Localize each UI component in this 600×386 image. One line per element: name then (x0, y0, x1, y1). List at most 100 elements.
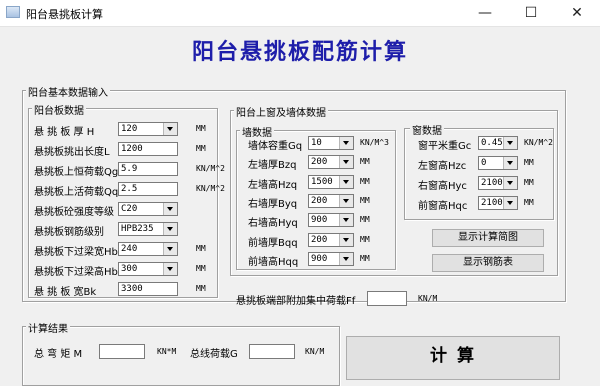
window-select-value: 2100 (481, 198, 503, 208)
slab-unit-8: MM (196, 264, 206, 273)
dropdown-arrow-icon[interactable] (163, 203, 177, 215)
wall-unit-4: MM (360, 195, 370, 205)
wall-select-6[interactable]: 200 (308, 232, 354, 247)
slab-label-4: 悬挑板上活荷载Qq (34, 187, 119, 198)
slab-select-6[interactable]: HPB235 (118, 222, 178, 236)
dropdown-arrow-icon[interactable] (163, 223, 177, 235)
window-select-value: 0 (481, 158, 487, 168)
slab-select-value: C20 (121, 204, 138, 214)
window-select-4[interactable]: 2100 (478, 196, 518, 210)
maximize-button[interactable]: ☐ (508, 0, 554, 26)
total-moment-label: 总 弯 矩 M (34, 349, 83, 360)
minimize-button[interactable]: — (462, 0, 508, 26)
dropdown-arrow-icon[interactable] (339, 137, 353, 149)
slab-label-8: 悬挑板下过梁高Hb (34, 267, 118, 278)
window-label-4: 前窗高Hqc (418, 201, 468, 212)
wall-select-value: 900 (311, 253, 328, 264)
dropdown-arrow-icon[interactable] (339, 252, 353, 265)
total-line-load-unit: KN/M (305, 347, 325, 356)
window-select-value: 0.45 (481, 138, 503, 148)
total-line-load-output (249, 344, 295, 359)
window-select-3[interactable]: 2100 (478, 176, 518, 190)
wall-label-4: 右墙厚Byq (248, 198, 298, 210)
slab-input-2[interactable]: 1200 (118, 142, 178, 156)
wall-select-4[interactable]: 200 (308, 193, 354, 208)
window-unit-1: KN/M^2 (524, 138, 553, 147)
wall-select-1[interactable]: 10 (308, 136, 354, 150)
slab-input-4[interactable]: 2.5 (118, 182, 178, 196)
wall-label-3: 左墙高Hzq (248, 179, 298, 191)
slab-label-2: 悬挑板挑出长度L (34, 147, 110, 158)
slab-data-title: 阳台板数据 (32, 102, 86, 117)
window-select-1[interactable]: 0.45 (478, 136, 518, 150)
slab-select-value: 240 (121, 244, 138, 254)
slab-select-value: 120 (121, 124, 138, 134)
wall-unit-2: MM (360, 157, 370, 167)
slab-select-7[interactable]: 240 (118, 242, 178, 256)
wall-select-value: 10 (311, 138, 322, 148)
total-line-load-label: 总线荷载G (190, 349, 238, 360)
window-data-title: 窗数据 (410, 122, 444, 137)
wall-select-2[interactable]: 200 (308, 155, 354, 170)
window-unit-3: MM (524, 178, 534, 187)
slab-unit-2: MM (196, 144, 206, 153)
window-select-2[interactable]: 0 (478, 156, 518, 170)
slab-label-1: 悬 挑 板 厚 H (34, 127, 95, 138)
window-unit-2: MM (524, 158, 534, 167)
slab-label-6: 悬挑板钢筋级别 (34, 227, 104, 238)
slab-unit-4: KN/M^2 (196, 184, 225, 193)
window-label-3: 右窗高Hyc (418, 181, 467, 192)
slab-label-5: 悬挑板砼强度等级 (34, 207, 114, 218)
end-load-label: 悬挑板端部附加集中荷载Ff (236, 296, 356, 307)
dropdown-arrow-icon[interactable] (339, 194, 353, 207)
slab-select-1[interactable]: 120 (118, 122, 178, 136)
dropdown-arrow-icon[interactable] (339, 175, 353, 188)
dropdown-arrow-icon[interactable] (163, 243, 177, 255)
show-rebar-table-button[interactable]: 显示钢筋表 (432, 254, 544, 272)
wall-select-value: 900 (311, 215, 328, 226)
slab-select-value: HPB235 (121, 224, 154, 234)
dropdown-arrow-icon[interactable] (503, 197, 517, 209)
wall-select-value: 1500 (311, 176, 333, 187)
show-diagram-button[interactable]: 显示计算简图 (432, 229, 544, 247)
dropdown-arrow-icon[interactable] (339, 156, 353, 169)
wall-select-value: 200 (311, 157, 328, 168)
wall-select-5[interactable]: 900 (308, 213, 354, 228)
dropdown-arrow-icon[interactable] (339, 233, 353, 246)
wall-unit-6: MM (360, 234, 370, 244)
wall-select-7[interactable]: 900 (308, 251, 354, 266)
dropdown-arrow-icon[interactable] (503, 157, 517, 169)
window-title: 阳台悬挑板计算 (26, 8, 103, 21)
input-section-title: 阳台基本数据输入 (26, 84, 110, 99)
slab-select-value: 300 (121, 264, 138, 274)
wall-label-2: 左墙厚Bzq (248, 160, 297, 172)
end-load-unit: KN/M (418, 294, 438, 303)
end-load-input[interactable] (367, 291, 407, 306)
slab-unit-1: MM (196, 124, 206, 133)
total-moment-output (99, 344, 145, 359)
dropdown-arrow-icon[interactable] (163, 263, 177, 275)
slab-select-8[interactable]: 300 (118, 262, 178, 276)
wall-label-5: 右墙高Hyq (248, 218, 298, 230)
dropdown-arrow-icon[interactable] (339, 214, 353, 227)
wall-unit-1: KN/M^3 (360, 138, 389, 147)
dropdown-arrow-icon[interactable] (503, 137, 517, 149)
wall-label-7: 前墙高Hqq (248, 256, 299, 268)
wall-unit-3: MM (360, 176, 370, 186)
dropdown-arrow-icon[interactable] (503, 177, 517, 189)
app-icon (6, 6, 20, 18)
window-select-value: 2100 (481, 178, 503, 188)
slab-input-3[interactable]: 5.9 (118, 162, 178, 176)
wall-label-6: 前墙厚Bqq (248, 237, 298, 249)
results-title: 计算结果 (26, 320, 70, 335)
wall-unit-7: MM (360, 253, 370, 263)
dropdown-arrow-icon[interactable] (163, 123, 177, 135)
slab-input-9[interactable]: 3300 (118, 282, 178, 296)
window-label-1: 窗平米重Gc (418, 141, 472, 152)
close-button[interactable]: ✕ (554, 0, 600, 26)
slab-select-5[interactable]: C20 (118, 202, 178, 216)
calculate-button[interactable]: 计 算 (346, 336, 560, 380)
window-unit-4: MM (524, 198, 534, 207)
wall-label-1: 墙体容重Gq (248, 141, 303, 152)
wall-select-3[interactable]: 1500 (308, 174, 354, 189)
